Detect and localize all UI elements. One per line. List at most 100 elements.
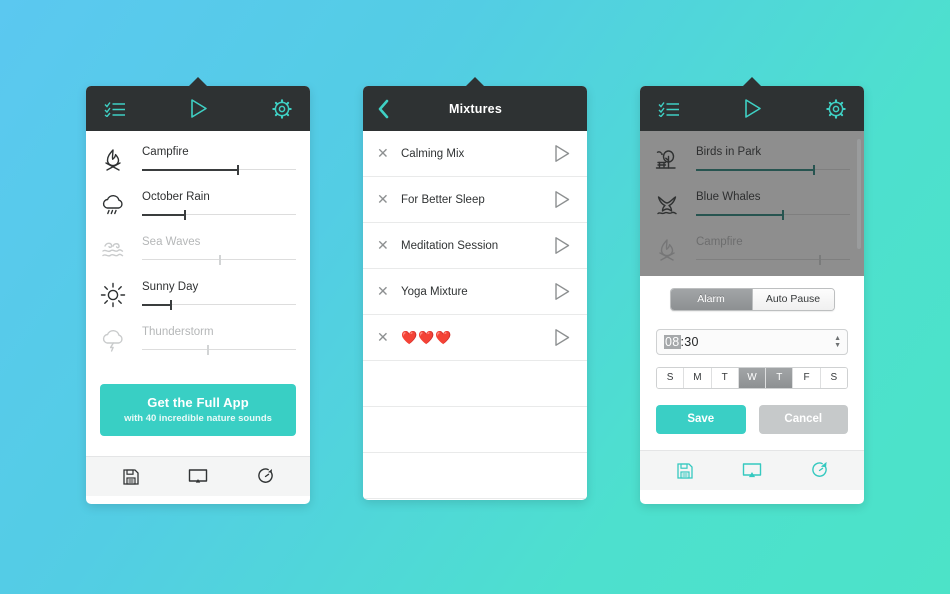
save-button[interactable]: Save: [656, 405, 746, 434]
slider-fill: [142, 349, 207, 351]
alarm-time-stepper[interactable]: ▲ ▼: [834, 335, 841, 349]
day-toggle-3[interactable]: W: [737, 368, 766, 388]
sound-row[interactable]: Campfire: [86, 137, 310, 182]
sound-row[interactable]: October Rain: [86, 182, 310, 227]
mixture-row-empty: [363, 453, 587, 499]
close-icon[interactable]: ✕: [377, 237, 395, 254]
alarm-dialog: Alarm Auto Pause 08:30 ▲ ▼ SMTWTFS Save C…: [640, 276, 864, 450]
close-icon[interactable]: ✕: [377, 283, 395, 300]
slider-knob[interactable]: [819, 254, 822, 265]
sound-body: Campfire: [688, 236, 850, 265]
day-toggle-6[interactable]: S: [819, 368, 847, 388]
timer-icon[interactable]: [257, 468, 274, 485]
thunderstorm-icon[interactable]: [100, 327, 134, 353]
floppy-save-icon[interactable]: [122, 468, 139, 485]
checklist-icon[interactable]: [658, 101, 680, 117]
sound-name: Sea Waves: [142, 235, 201, 248]
timer-icon[interactable]: [811, 461, 828, 479]
slider-knob[interactable]: [237, 164, 240, 175]
slider-fill: [142, 213, 184, 216]
alarm-mode-segmented-control[interactable]: Alarm Auto Pause: [669, 288, 835, 311]
sound-name: Sunny Day: [142, 280, 199, 293]
close-icon[interactable]: ✕: [377, 145, 395, 162]
day-toggle-2[interactable]: T: [710, 368, 738, 388]
volume-slider[interactable]: [142, 209, 296, 220]
segment-auto-pause[interactable]: Auto Pause: [751, 289, 834, 310]
mixture-name: Calming Mix: [401, 147, 465, 160]
sound-row[interactable]: Sunny Day: [86, 272, 310, 317]
volume-slider[interactable]: [696, 209, 850, 220]
slider-knob[interactable]: [183, 209, 186, 220]
sound-row[interactable]: Birds in Park: [640, 137, 864, 182]
segment-alarm[interactable]: Alarm: [670, 289, 752, 310]
sound-name: October Rain: [142, 190, 210, 203]
chevron-up-icon[interactable]: ▲: [834, 335, 841, 342]
volume-slider[interactable]: [142, 344, 296, 355]
slider-knob[interactable]: [219, 254, 221, 265]
play-icon[interactable]: [553, 236, 573, 255]
waves-icon[interactable]: [100, 237, 134, 263]
mixture-row[interactable]: ✕ Calming Mix: [363, 131, 587, 177]
campfire-icon[interactable]: [100, 147, 134, 173]
rain-cloud-icon[interactable]: [100, 192, 134, 218]
volume-slider[interactable]: [142, 164, 296, 175]
campfire-icon[interactable]: [654, 237, 688, 263]
mixture-row[interactable]: ✕ Yoga Mixture: [363, 269, 587, 315]
promo-title: Get the Full App: [147, 395, 249, 410]
tree-bird-icon[interactable]: [654, 147, 688, 173]
whale-tail-icon[interactable]: [654, 192, 688, 218]
volume-slider[interactable]: [696, 254, 850, 265]
alarm-hours[interactable]: 08: [664, 335, 681, 349]
gear-icon[interactable]: [272, 98, 292, 119]
sound-name: Thunderstorm: [142, 325, 214, 338]
close-icon[interactable]: ✕: [377, 191, 395, 208]
sound-body: Campfire: [134, 145, 296, 175]
dimmed-sounds-area: Birds in Park Blue Whales Campfire: [640, 131, 864, 276]
alarm-time-value[interactable]: 08:30: [664, 335, 834, 349]
alarm-minutes[interactable]: 30: [684, 335, 699, 349]
slider-knob[interactable]: [782, 209, 785, 220]
slider-knob[interactable]: [169, 299, 172, 310]
slider-knob[interactable]: [813, 164, 816, 175]
day-toggle-1[interactable]: M: [683, 368, 711, 388]
get-full-app-button[interactable]: Get the Full App with 40 incredible natu…: [100, 384, 296, 436]
mixture-row[interactable]: ✕ ❤️❤️❤️: [363, 315, 587, 361]
sound-row[interactable]: Campfire: [640, 227, 864, 272]
sun-icon[interactable]: [100, 282, 134, 308]
sound-row[interactable]: Thunderstorm: [86, 317, 310, 362]
volume-slider[interactable]: [142, 254, 296, 265]
play-icon[interactable]: [553, 282, 573, 301]
mixtures-list: ✕ Calming Mix ✕ For Better Sleep ✕ Meditation…: [363, 131, 587, 499]
cancel-button[interactable]: Cancel: [758, 405, 848, 434]
play-icon[interactable]: [743, 98, 763, 119]
alarm-time-field[interactable]: 08:30 ▲ ▼: [656, 329, 848, 355]
scrollbar[interactable]: [857, 139, 861, 249]
volume-slider[interactable]: [142, 299, 296, 310]
floppy-save-icon[interactable]: [676, 462, 693, 479]
play-icon[interactable]: [553, 190, 573, 209]
chevron-down-icon[interactable]: ▼: [834, 342, 841, 349]
day-toggle-0[interactable]: S: [657, 368, 684, 388]
mixture-row[interactable]: ✕ For Better Sleep: [363, 177, 587, 223]
mixture-row[interactable]: ✕ Meditation Session: [363, 223, 587, 269]
day-toggle-5[interactable]: F: [792, 368, 820, 388]
sound-row[interactable]: Sea Waves: [86, 227, 310, 272]
volume-slider[interactable]: [696, 164, 850, 175]
mixture-name: Meditation Session: [401, 239, 499, 252]
slider-fill: [142, 259, 219, 261]
cast-icon[interactable]: [742, 462, 762, 479]
slider-knob[interactable]: [206, 344, 209, 355]
mixture-row-empty: [363, 407, 587, 453]
play-icon[interactable]: [189, 98, 209, 119]
cast-icon[interactable]: [188, 468, 208, 485]
checklist-icon[interactable]: [104, 101, 126, 117]
gear-icon[interactable]: [826, 98, 846, 119]
sound-name: Campfire: [142, 145, 189, 158]
close-icon[interactable]: ✕: [377, 329, 395, 346]
play-icon[interactable]: [553, 328, 573, 347]
day-toggle-4[interactable]: T: [765, 368, 793, 388]
sound-row[interactable]: Blue Whales: [640, 182, 864, 227]
play-icon[interactable]: [553, 144, 573, 163]
alarm-day-selector[interactable]: SMTWTFS: [656, 367, 848, 389]
slider-fill: [696, 259, 819, 261]
